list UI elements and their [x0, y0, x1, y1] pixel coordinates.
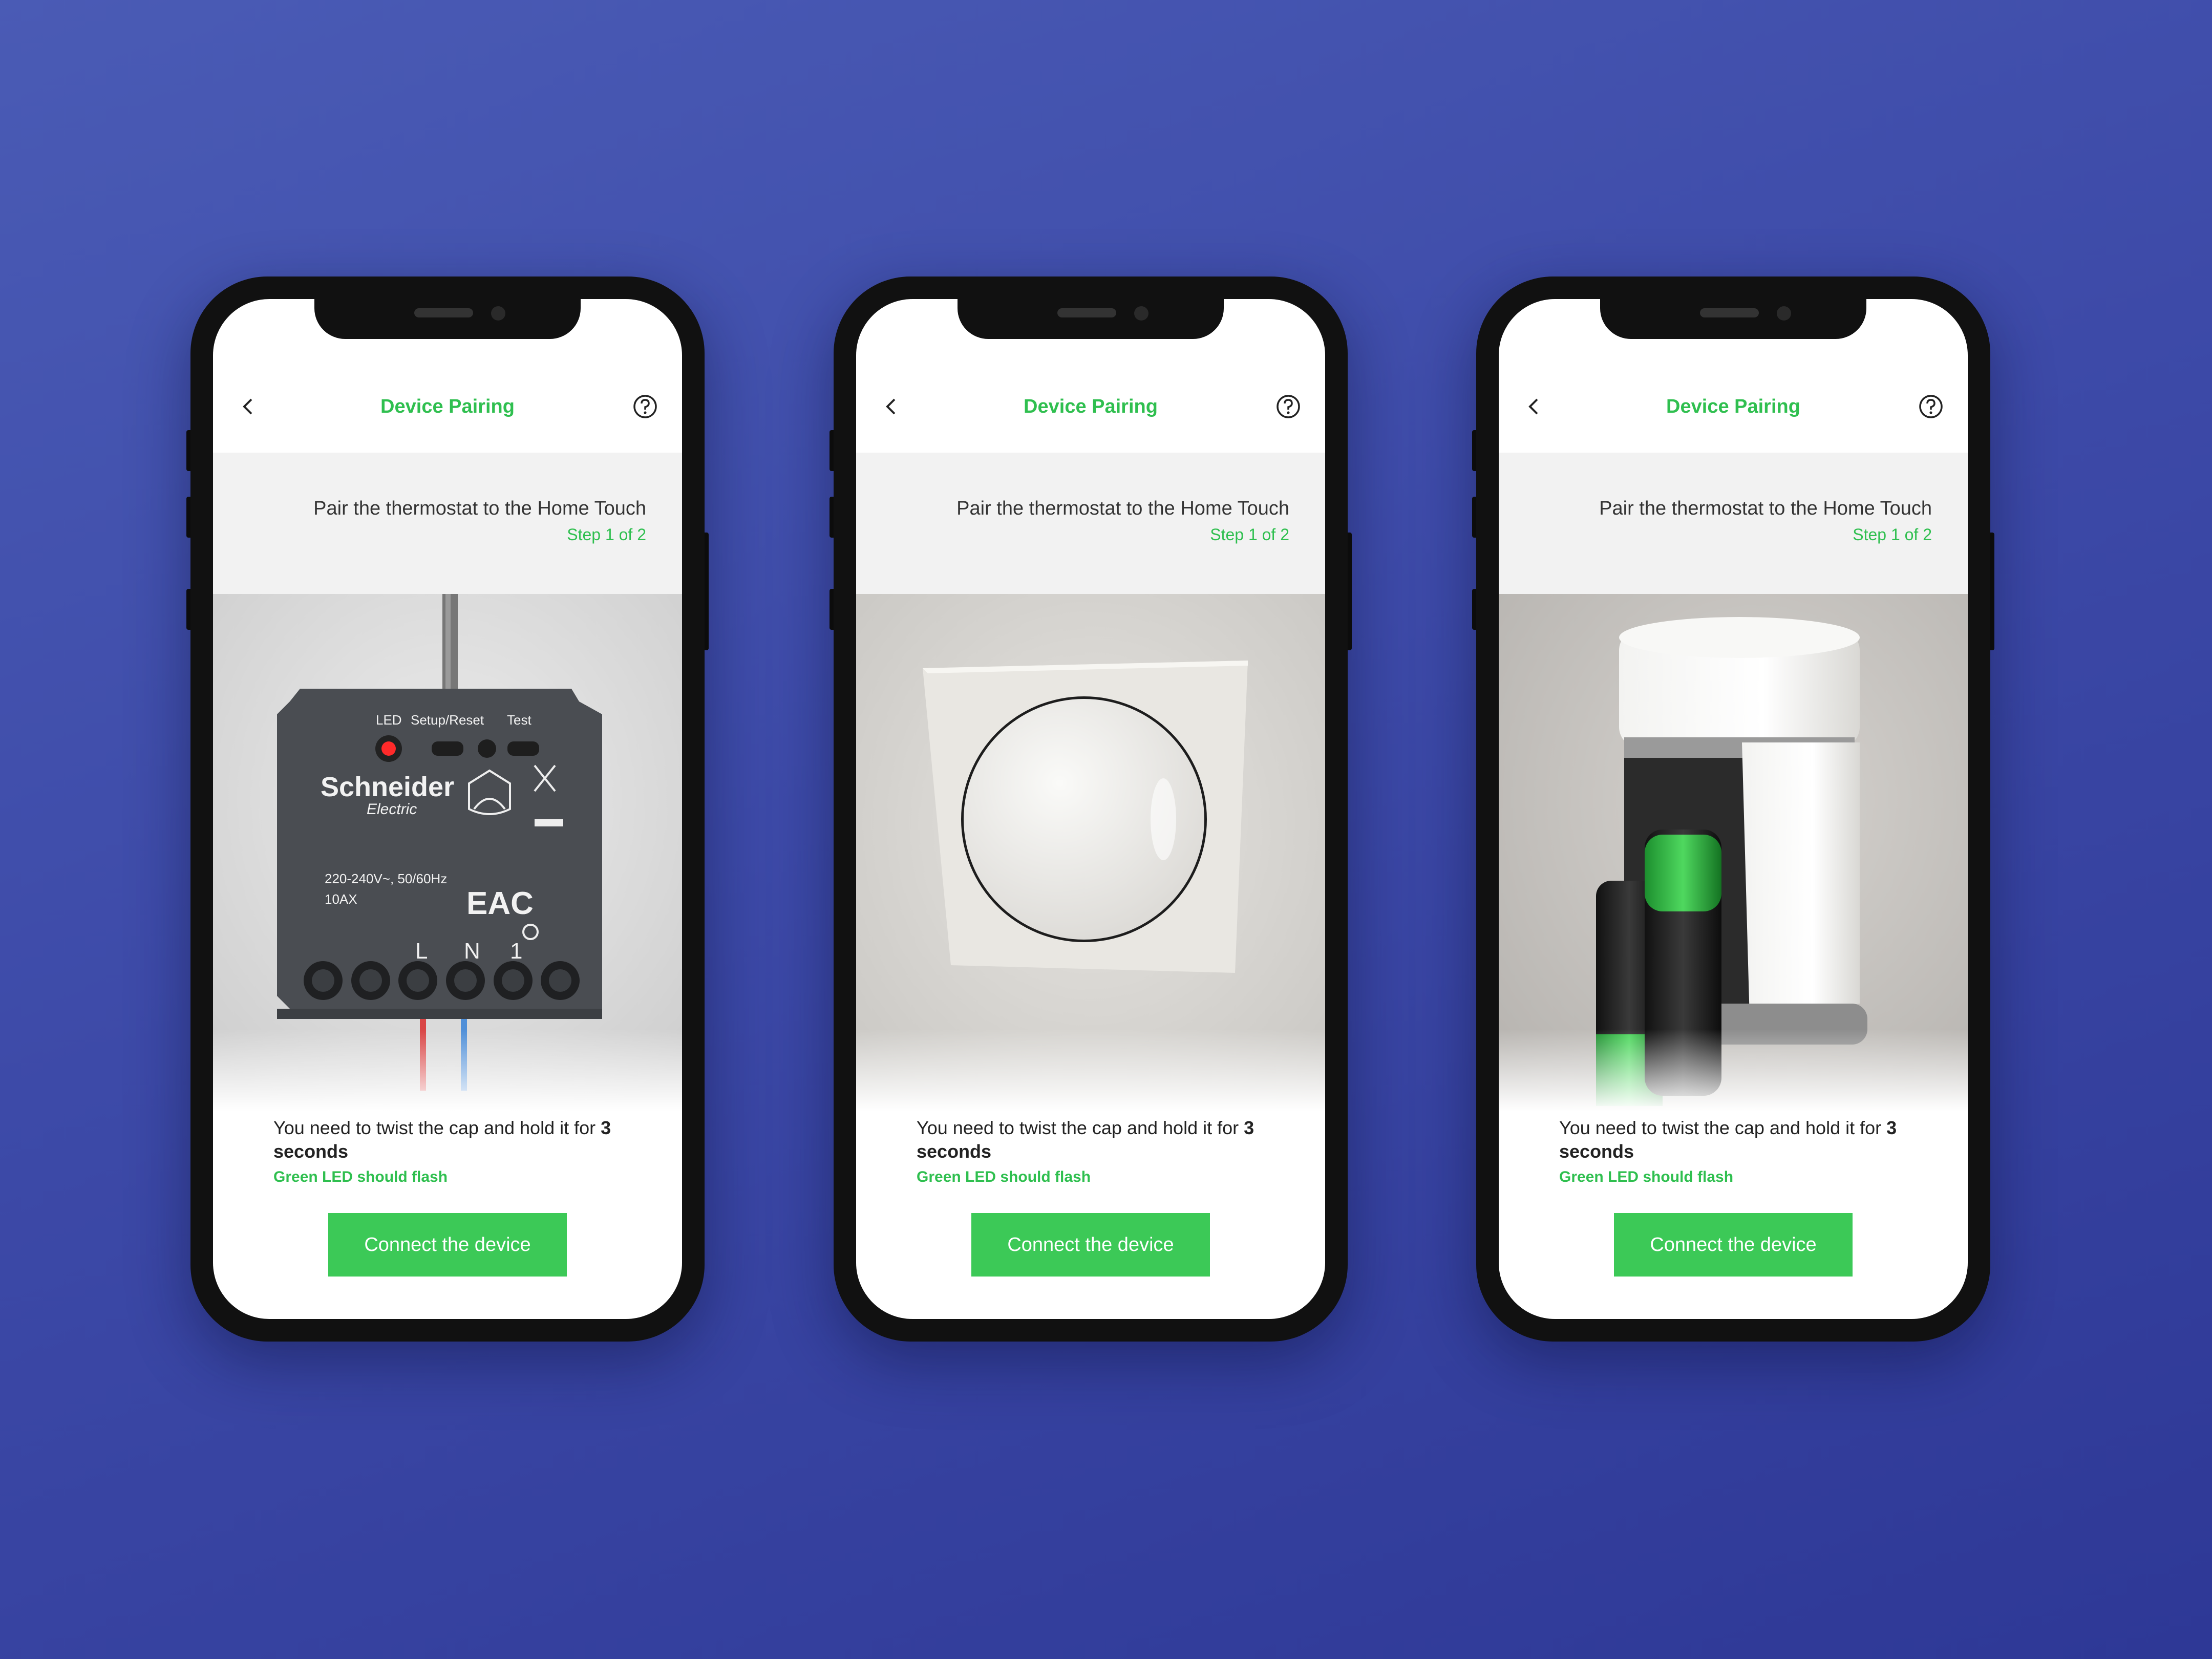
description-text: You need to twist the cap and hold it fo…	[273, 1116, 631, 1163]
chevron-left-icon[interactable]	[881, 394, 901, 419]
device-illustration: LED Setup/Reset Test Schneider Electric …	[213, 594, 682, 1111]
question-circle-icon[interactable]	[1276, 394, 1301, 419]
connect-device-button[interactable]: Connect the device	[971, 1213, 1210, 1277]
brand-logo-subtext: Electric	[367, 801, 417, 818]
chevron-left-icon[interactable]	[238, 394, 258, 419]
page-title: Device Pairing	[380, 395, 515, 417]
hold-duration-value: 3	[1244, 1117, 1254, 1138]
terminal-label-n: N	[464, 939, 480, 964]
chevron-left-icon[interactable]	[1523, 394, 1544, 419]
led-note: Green LED should flash	[917, 1168, 1091, 1185]
question-circle-icon[interactable]	[1919, 394, 1943, 419]
terminal-label-1: 1	[510, 939, 522, 964]
led-note: Green LED should flash	[273, 1168, 448, 1185]
nav-bar: Device Pairing	[1499, 386, 1968, 427]
eac-mark: EAC	[466, 886, 534, 921]
phone-screen: Device Pairing Pair the thermostat to th…	[856, 299, 1325, 1319]
nav-bar: Device Pairing	[213, 386, 682, 427]
step-indicator: Step 1 of 2	[1853, 525, 1932, 544]
question-circle-icon[interactable]	[633, 394, 657, 419]
page-title: Device Pairing	[1024, 395, 1158, 417]
module-setup-label: Setup/Reset	[411, 712, 484, 728]
connect-device-button[interactable]: Connect the device	[328, 1213, 567, 1277]
device-illustration	[1499, 594, 1968, 1111]
amperage-rating: 10AX	[325, 891, 357, 907]
connect-device-button[interactable]: Connect the device	[1614, 1213, 1853, 1277]
phone-mockup-1: Device Pairing Pair the thermostat to th…	[186, 276, 709, 1342]
speaker-grille	[414, 308, 473, 317]
module-test-label: Test	[507, 712, 531, 728]
phone-mockup-3: Device Pairing Pair the thermostat to th…	[1472, 276, 1994, 1342]
phone-screen: Device Pairing Pair the thermostat to th…	[213, 299, 682, 1319]
description-body: You need to twist the cap and hold it fo…	[1559, 1117, 1882, 1138]
led-note: Green LED should flash	[1559, 1168, 1734, 1185]
instruction-title: Pair the thermostat to the Home Touch	[313, 498, 646, 519]
speaker-grille	[1700, 308, 1759, 317]
phone-mockup-2: Device Pairing Pair the thermostat to th…	[830, 276, 1352, 1342]
phone-notch	[958, 299, 1224, 339]
hold-duration-value: 3	[1886, 1117, 1897, 1138]
page-title: Device Pairing	[1666, 395, 1800, 417]
front-camera	[1134, 306, 1148, 321]
phone-notch	[314, 299, 581, 339]
hold-duration-value: 3	[601, 1117, 611, 1138]
step-indicator: Step 1 of 2	[1210, 525, 1289, 544]
nav-bar: Device Pairing	[856, 386, 1325, 427]
phone-notch	[1600, 299, 1866, 339]
hold-duration-unit: seconds	[273, 1141, 349, 1162]
front-camera	[491, 306, 505, 321]
description-body: You need to twist the cap and hold it fo…	[917, 1117, 1239, 1138]
instruction-title: Pair the thermostat to the Home Touch	[1599, 498, 1932, 519]
description-text: You need to twist the cap and hold it fo…	[917, 1116, 1274, 1163]
description-body: You need to twist the cap and hold it fo…	[273, 1117, 596, 1138]
description-text: You need to twist the cap and hold it fo…	[1559, 1116, 1917, 1163]
front-camera	[1777, 306, 1791, 321]
terminal-label-l: L	[415, 939, 428, 964]
brand-logo-text: Schneider	[321, 772, 454, 802]
instruction-panel: Pair the thermostat to the Home Touch St…	[1499, 453, 1968, 594]
phone-screen: Device Pairing Pair the thermostat to th…	[1499, 299, 1968, 1319]
module-led-label: LED	[376, 712, 402, 728]
instruction-panel: Pair the thermostat to the Home Touch St…	[856, 453, 1325, 594]
instruction-title: Pair the thermostat to the Home Touch	[956, 498, 1289, 519]
hold-duration-unit: seconds	[1559, 1141, 1634, 1162]
voltage-rating: 220-240V~, 50/60Hz	[325, 871, 447, 886]
step-indicator: Step 1 of 2	[567, 525, 646, 544]
device-illustration	[856, 594, 1325, 1111]
hold-duration-unit: seconds	[917, 1141, 992, 1162]
speaker-grille	[1057, 308, 1116, 317]
instruction-panel: Pair the thermostat to the Home Touch St…	[213, 453, 682, 594]
